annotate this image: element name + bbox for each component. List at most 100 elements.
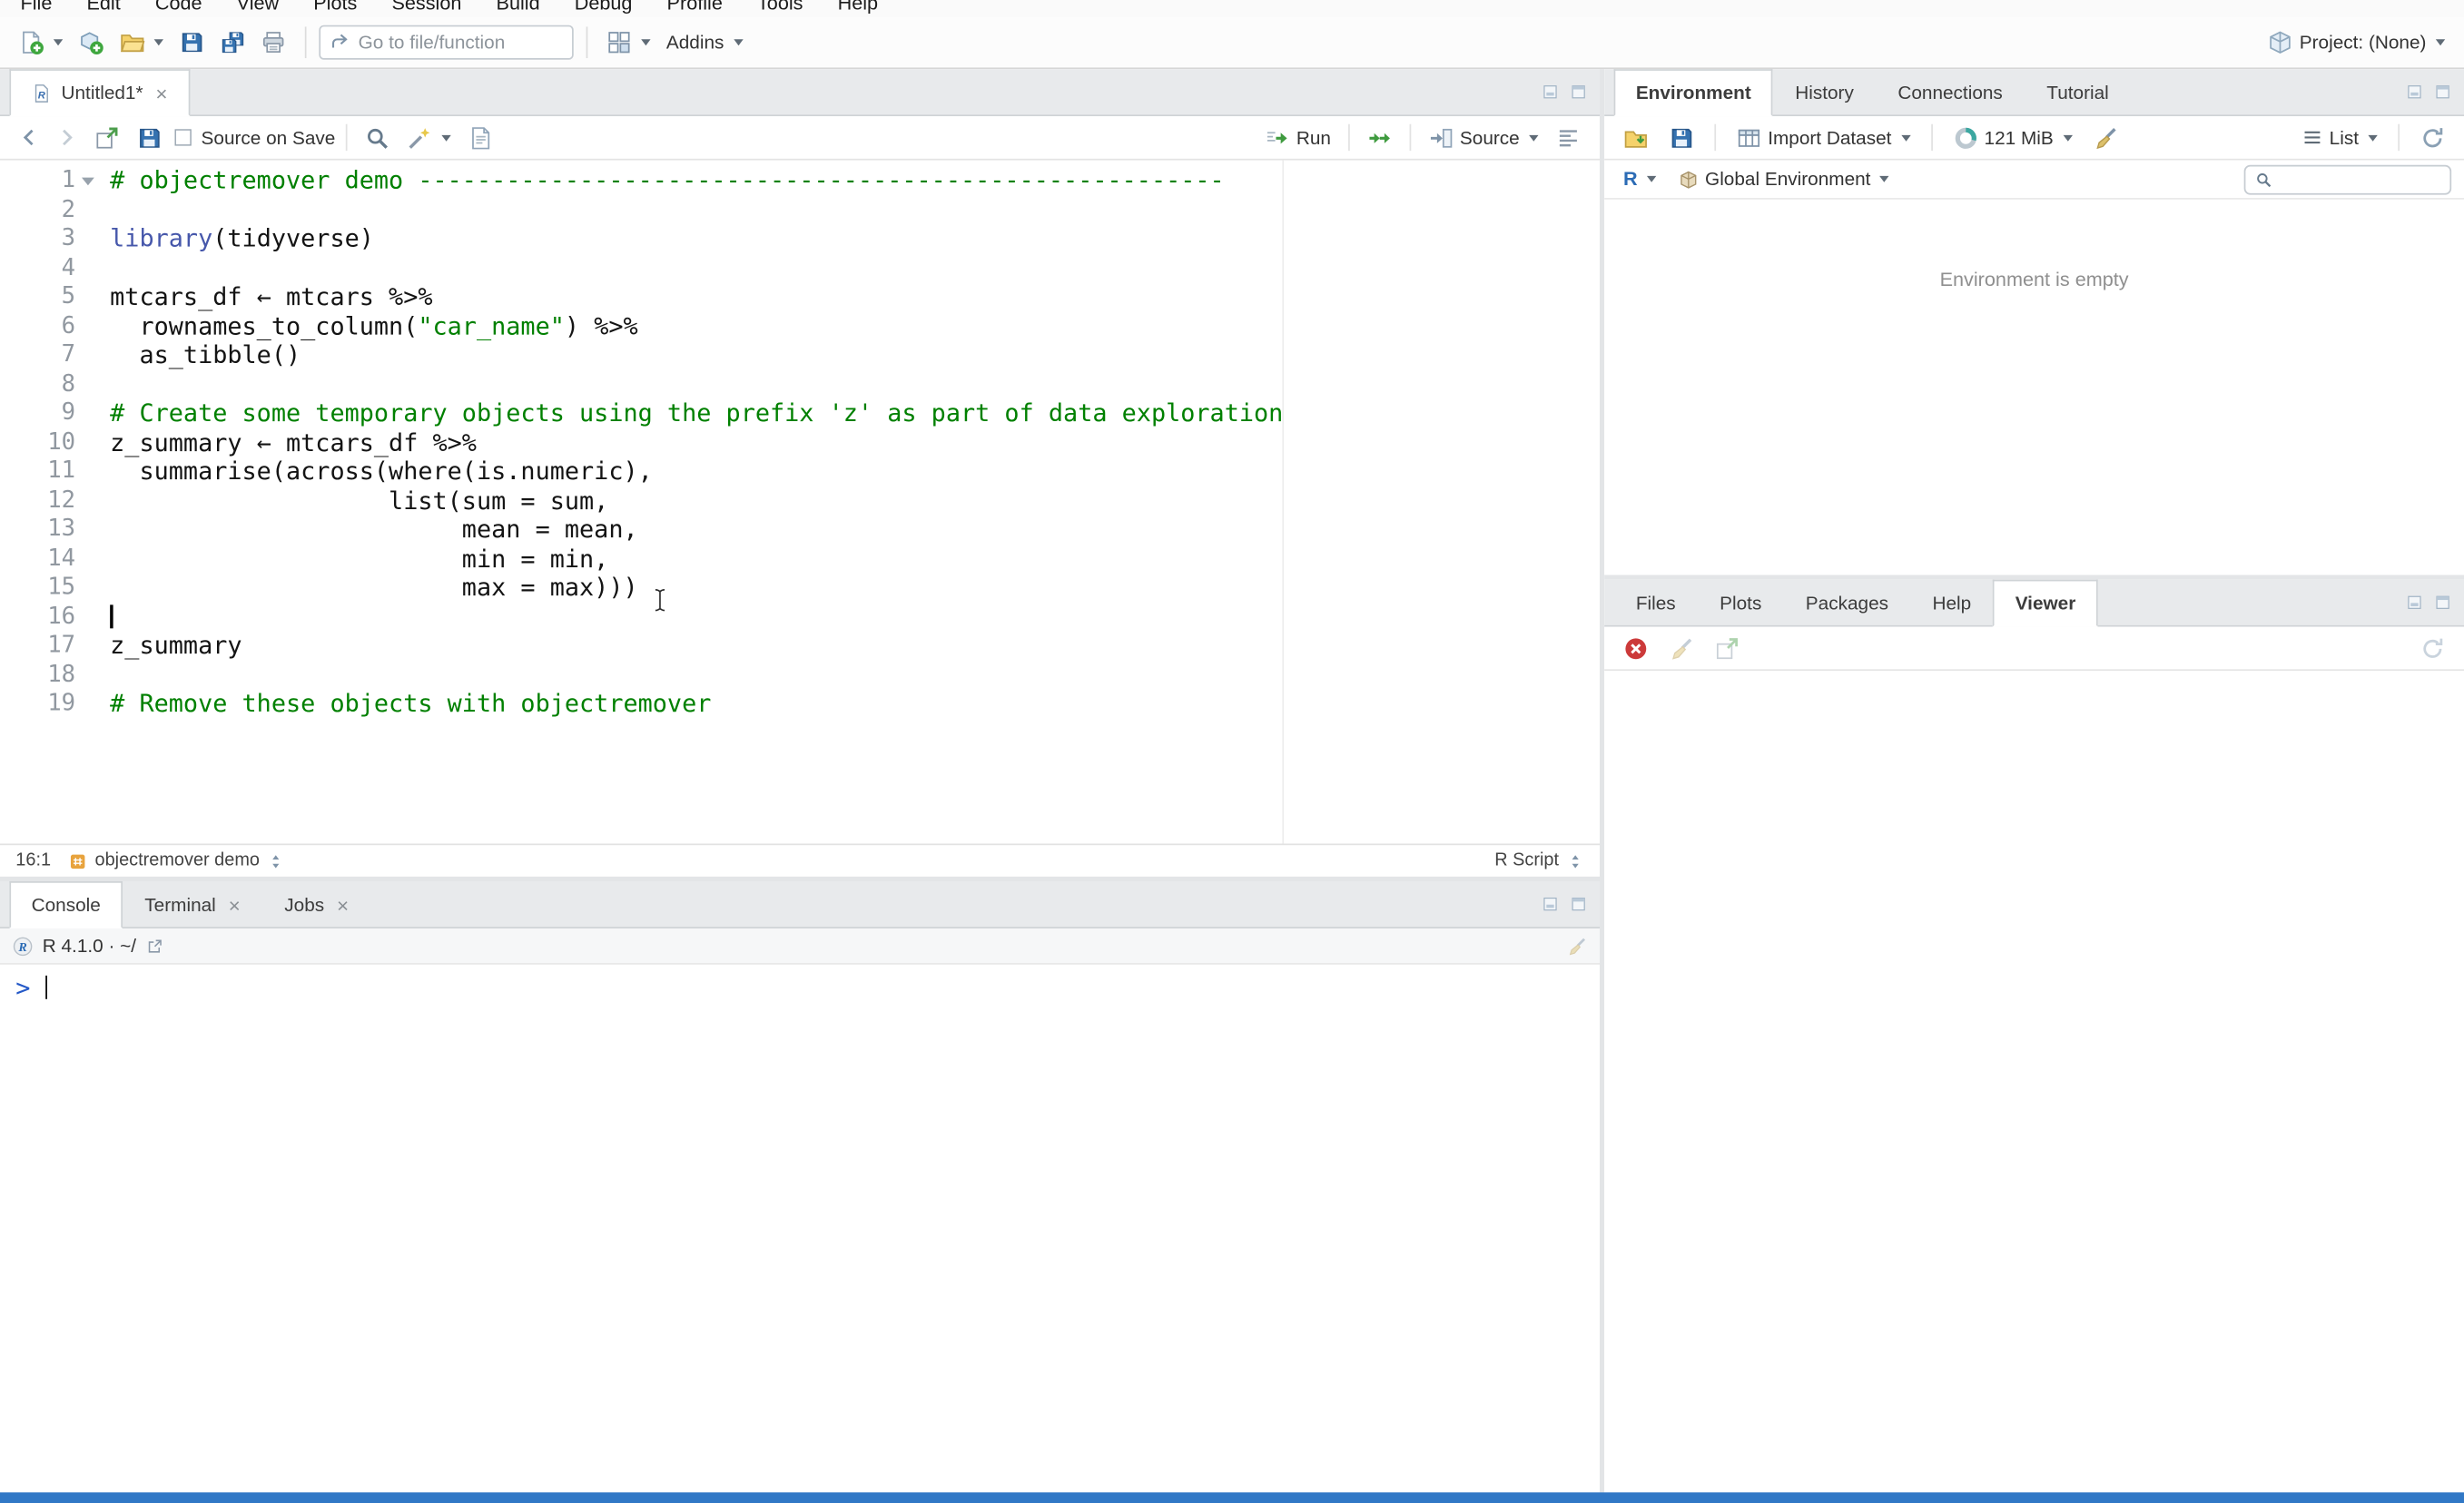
code-line-3[interactable]: library(tidyverse) [110,225,1600,254]
viewer-clear-all-button[interactable] [1662,631,1700,665]
open-file-button[interactable] [113,25,170,60]
save-source-button[interactable] [131,120,169,154]
section-selector[interactable]: objectremover demo [70,851,285,870]
print-button[interactable] [254,25,292,60]
code-line-2[interactable] [110,195,1600,224]
environment-search-input[interactable] [2278,169,2441,189]
new-project-button[interactable] [73,25,111,60]
code-line-13[interactable]: mean = mean, [110,516,1600,545]
minimize-pane-icon[interactable] [2406,84,2423,101]
source-on-save-checkbox[interactable]: Source on Save [172,126,335,149]
save-all-button[interactable] [213,25,251,60]
clear-console-icon[interactable] [1567,936,1588,957]
project-selector-button[interactable]: Project: (None) [2262,25,2451,60]
open-in-new-window-icon[interactable] [145,937,163,954]
maximize-pane-icon[interactable] [1570,896,1587,913]
compile-report-button[interactable] [463,120,501,154]
tab-untitled1[interactable]: R Untitled1* × [9,69,190,117]
save-button[interactable] [172,25,211,60]
tab-files[interactable]: Files [1614,580,1698,627]
menu-session[interactable]: Session [374,0,478,15]
filetype-selector[interactable]: R Script [1494,851,1583,870]
minimize-pane-icon[interactable] [2406,594,2423,611]
viewer-refresh-button[interactable] [2414,631,2452,665]
run-button[interactable]: Run [1258,120,1337,154]
workspace-panes-button[interactable] [600,25,656,60]
back-button[interactable] [13,123,45,152]
editor-code[interactable]: # objectremover demo -------------------… [101,161,1600,844]
fold-arrow-icon[interactable] [82,177,94,186]
code-line-8[interactable] [110,370,1600,399]
tab-help[interactable]: Help [1910,580,1993,627]
menu-tools[interactable]: Tools [740,0,821,15]
addins-button[interactable]: Addins [660,26,749,58]
tab-tutorial[interactable]: Tutorial [2025,69,2131,116]
code-line-5[interactable]: mtcars_df ← mtcars %>% [110,283,1600,312]
goto-file-function-box[interactable] [319,25,574,60]
console[interactable]: > [0,965,1600,1493]
menu-view[interactable]: View [220,0,297,15]
tab-console[interactable]: Console [9,881,123,928]
tab-viewer[interactable]: Viewer [1993,579,2098,627]
code-line-10[interactable]: z_summary ← mtcars_df %>% [110,428,1600,457]
clear-objects-button[interactable] [2086,120,2124,154]
tab-jobs[interactable]: Jobs × [262,881,370,928]
menu-plots[interactable]: Plots [296,0,374,15]
menu-help[interactable]: Help [821,0,896,15]
code-line-4[interactable] [110,254,1600,283]
code-line-7[interactable]: as_tibble() [110,341,1600,370]
import-dataset-button[interactable]: Import Dataset [1730,120,1917,154]
checkbox-icon[interactable] [172,127,193,148]
language-selector[interactable]: R [1617,163,1662,195]
menu-edit[interactable]: Edit [69,0,137,15]
code-line-6[interactable]: rownames_to_column("car_name") %>% [110,312,1600,341]
code-tools-button[interactable] [401,120,458,154]
code-line-17[interactable]: z_summary [110,632,1600,661]
goto-file-function-input[interactable] [358,31,563,54]
tab-plots[interactable]: Plots [1698,580,1784,627]
tab-packages[interactable]: Packages [1784,580,1911,627]
open-new-window-button[interactable] [88,120,126,154]
environment-scope-selector[interactable]: Global Environment [1672,163,1896,195]
code-line-16[interactable] [110,603,1600,632]
menu-file[interactable]: File [3,0,69,15]
code-line-11[interactable]: summarise(across(where(is.numeric), [110,457,1600,486]
outline-button[interactable] [1550,120,1588,154]
close-icon[interactable]: × [337,895,349,916]
tab-environment[interactable]: Environment [1613,69,1774,117]
code-line-18[interactable] [110,661,1600,690]
menu-debug[interactable]: Debug [557,0,650,15]
menu-profile[interactable]: Profile [650,0,740,15]
close-icon[interactable]: × [229,895,241,916]
code-line-1[interactable]: # objectremover demo -------------------… [110,166,1600,195]
viewer-clear-current-button[interactable] [1617,631,1655,665]
code-editor[interactable]: 1 2 3 4 5 6 7 8 9 10 11 12 13 14 15 16 17 18 19 # objectre… [0,160,1600,844]
code-line-14[interactable]: min = min, [110,545,1600,574]
load-workspace-button[interactable] [1617,120,1655,154]
save-workspace-button[interactable] [1662,120,1700,154]
list-view-button[interactable]: List [2296,122,2383,153]
menu-code[interactable]: Code [138,0,220,15]
tab-terminal[interactable]: Terminal × [123,881,262,928]
rerun-button[interactable] [1361,120,1399,154]
tab-history[interactable]: History [1773,69,1876,116]
source-button[interactable]: Source [1422,120,1544,154]
code-line-9[interactable]: # Create some temporary objects using th… [110,399,1600,428]
maximize-pane-icon[interactable] [2434,594,2451,611]
refresh-environment-button[interactable] [2414,120,2452,154]
maximize-pane-icon[interactable] [1570,84,1587,101]
code-line-15[interactable]: max = max))) [110,574,1600,603]
cursor-position[interactable]: 16:1 [15,851,51,870]
menu-build[interactable]: Build [478,0,557,15]
tab-connections[interactable]: Connections [1876,69,2025,116]
environment-search-box[interactable] [2243,163,2452,194]
minimize-pane-icon[interactable] [1542,896,1559,913]
maximize-pane-icon[interactable] [2434,84,2451,101]
code-line-19[interactable]: # Remove these objects with objectremove… [110,690,1600,719]
code-line-12[interactable]: list(sum = sum, [110,486,1600,516]
close-icon[interactable]: × [155,83,167,103]
minimize-pane-icon[interactable] [1542,84,1559,101]
viewer-open-window-button[interactable] [1708,631,1746,665]
new-file-button[interactable] [13,25,69,60]
memory-usage-button[interactable]: 121 MiB [1947,120,2078,154]
